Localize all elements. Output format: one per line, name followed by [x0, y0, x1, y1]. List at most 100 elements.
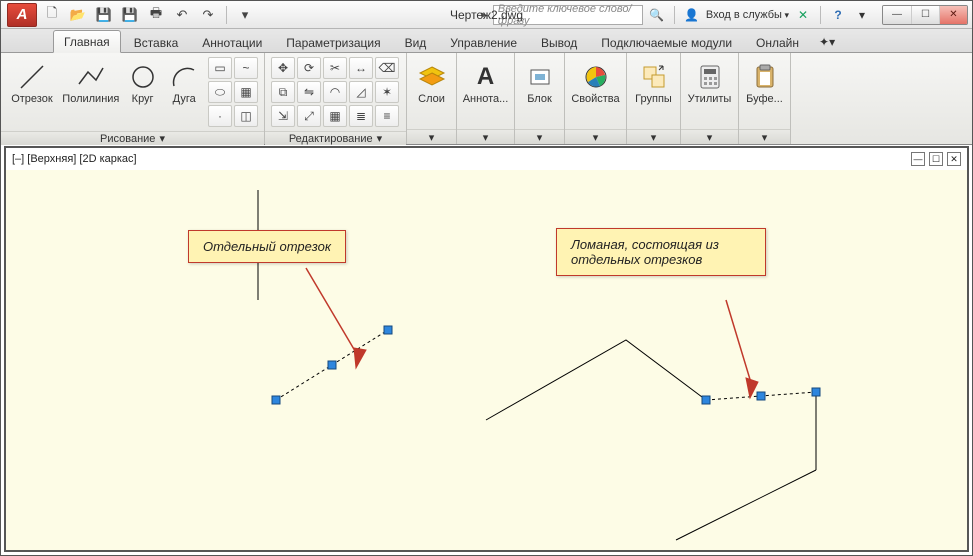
- erase-icon[interactable]: ⌫: [375, 57, 399, 79]
- viewport-close-icon[interactable]: ✕: [947, 152, 961, 166]
- explode-icon[interactable]: ✶: [375, 81, 399, 103]
- line-icon: [16, 61, 48, 93]
- qat-separator: [226, 6, 227, 24]
- copy-icon[interactable]: ⧉: [271, 81, 295, 103]
- rectangle-icon[interactable]: ▭: [208, 57, 232, 79]
- qat-dropdown-icon[interactable]: ▾: [234, 4, 256, 26]
- arc-label: Дуга: [173, 93, 196, 105]
- help-icon[interactable]: ?: [828, 5, 848, 25]
- app-logo[interactable]: A: [7, 3, 37, 27]
- draw-small-tools: ▭ ~ ⬭ ▦ · ◫: [208, 57, 258, 127]
- chevron-down-icon: ▾: [159, 132, 165, 145]
- titlebar: A 🗋 📂 💾 💾 🖶 ↶ ↷ ▾ Чертеж2.dwg ▸ Введите …: [1, 1, 972, 29]
- tab-insert[interactable]: Вставка: [123, 31, 190, 53]
- viewport-min-icon[interactable]: —: [911, 152, 925, 166]
- saveas-icon[interactable]: 💾: [119, 4, 141, 26]
- utils-button[interactable]: Утилиты: [687, 57, 732, 125]
- close-button[interactable]: ✕: [939, 6, 967, 24]
- block-icon: [524, 61, 556, 93]
- align-icon[interactable]: ≡: [375, 105, 399, 127]
- polyline-label: Полилиния: [62, 93, 119, 105]
- drawing-frame: [–] [Верхняя] [2D каркас] — ☐ ✕ Отдельны…: [4, 146, 969, 552]
- group-icon: [638, 61, 670, 93]
- block-label: Блок: [527, 93, 552, 105]
- ellipse-icon[interactable]: ⬭: [208, 81, 232, 103]
- tab-home[interactable]: Главная: [53, 30, 121, 53]
- window-controls: — ☐ ✕: [882, 5, 968, 25]
- grip[interactable]: [812, 388, 821, 397]
- panel-title-modify[interactable]: Редактирование▾: [265, 131, 406, 145]
- circle-button[interactable]: Круг: [125, 57, 161, 125]
- tab-view[interactable]: Вид: [394, 31, 438, 53]
- tab-annotations[interactable]: Аннотации: [191, 31, 273, 53]
- hatch-icon[interactable]: ▦: [234, 81, 258, 103]
- panel-title-clip: ▾: [739, 129, 790, 144]
- drawing-svg: [6, 170, 967, 550]
- calculator-icon: [694, 61, 726, 93]
- maximize-button[interactable]: ☐: [911, 6, 939, 24]
- scale-icon[interactable]: ⤢: [297, 105, 321, 127]
- utils-label: Утилиты: [688, 93, 732, 105]
- polyline-button[interactable]: Полилиния: [63, 57, 119, 125]
- panel-title-draw[interactable]: Рисование▾: [1, 131, 264, 145]
- help-dropdown-icon[interactable]: ▾: [852, 5, 872, 25]
- grip[interactable]: [384, 326, 393, 335]
- arc-button[interactable]: Дуга: [166, 57, 202, 125]
- line-button[interactable]: Отрезок: [7, 57, 57, 125]
- callout-single-segment: Отдельный отрезок: [188, 230, 346, 263]
- point-icon[interactable]: ·: [208, 105, 232, 127]
- extend-icon[interactable]: ↔: [349, 57, 373, 79]
- undo-icon[interactable]: ↶: [171, 4, 193, 26]
- stretch-icon[interactable]: ⇲: [271, 105, 295, 127]
- person-icon: 👤: [682, 5, 702, 25]
- groups-button[interactable]: Группы: [633, 57, 674, 125]
- groups-label: Группы: [635, 93, 672, 105]
- clipboard-button[interactable]: Буфе...: [745, 57, 784, 125]
- chamfer-icon[interactable]: ◿: [349, 81, 373, 103]
- rotate-icon[interactable]: ⟳: [297, 57, 321, 79]
- panel-title-annot: ▾: [457, 129, 514, 144]
- block-button[interactable]: Блок: [521, 57, 558, 125]
- tab-expand-icon[interactable]: ✦▾: [812, 30, 842, 53]
- array-icon[interactable]: ▦: [323, 105, 347, 127]
- tab-parametric[interactable]: Параметризация: [275, 31, 391, 53]
- save-icon[interactable]: 💾: [93, 4, 115, 26]
- offset-icon[interactable]: ≣: [349, 105, 373, 127]
- login-label[interactable]: Вход в службы: [706, 9, 789, 21]
- minimize-button[interactable]: —: [883, 6, 911, 24]
- binoculars-icon[interactable]: 🔍: [647, 5, 667, 25]
- region-icon[interactable]: ◫: [234, 105, 258, 127]
- properties-button[interactable]: Свойства: [571, 57, 620, 125]
- spline-icon[interactable]: ~: [234, 57, 258, 79]
- exchange-icon[interactable]: ✕: [793, 5, 813, 25]
- circle-icon: [127, 61, 159, 93]
- layers-label: Слои: [418, 93, 445, 105]
- trim-icon[interactable]: ✂: [323, 57, 347, 79]
- new-icon[interactable]: 🗋: [41, 4, 63, 26]
- tab-online[interactable]: Онлайн: [745, 31, 810, 53]
- ribbon-tabs: Главная Вставка Аннотации Параметризация…: [1, 29, 972, 53]
- mirror-icon[interactable]: ⇋: [297, 81, 321, 103]
- grip[interactable]: [328, 361, 337, 370]
- layers-button[interactable]: Слои: [413, 57, 450, 125]
- redo-icon[interactable]: ↷: [197, 4, 219, 26]
- tab-plugins[interactable]: Подключаемые модули: [590, 31, 743, 53]
- grip[interactable]: [757, 392, 766, 401]
- sep: [674, 6, 675, 24]
- panel-title-props: ▾: [565, 129, 626, 144]
- document-title: Чертеж2.dwg: [450, 8, 523, 22]
- fillet-icon[interactable]: ◠: [323, 81, 347, 103]
- move-icon[interactable]: ✥: [271, 57, 295, 79]
- tab-output[interactable]: Вывод: [530, 31, 588, 53]
- viewport-max-icon[interactable]: ☐: [929, 152, 943, 166]
- arc-icon: [168, 61, 200, 93]
- grip[interactable]: [702, 396, 711, 405]
- viewport-header: [–] [Верхняя] [2D каркас] — ☐ ✕: [6, 148, 967, 170]
- grip[interactable]: [272, 396, 281, 405]
- annotation-button[interactable]: A Аннота...: [463, 57, 509, 125]
- open-icon[interactable]: 📂: [67, 4, 89, 26]
- print-icon[interactable]: 🖶: [145, 4, 167, 26]
- viewport-label[interactable]: [–] [Верхняя] [2D каркас]: [12, 153, 137, 165]
- tab-manage[interactable]: Управление: [439, 31, 528, 53]
- drawing-canvas[interactable]: Отдельный отрезок Ломаная, состоящая из …: [6, 170, 967, 550]
